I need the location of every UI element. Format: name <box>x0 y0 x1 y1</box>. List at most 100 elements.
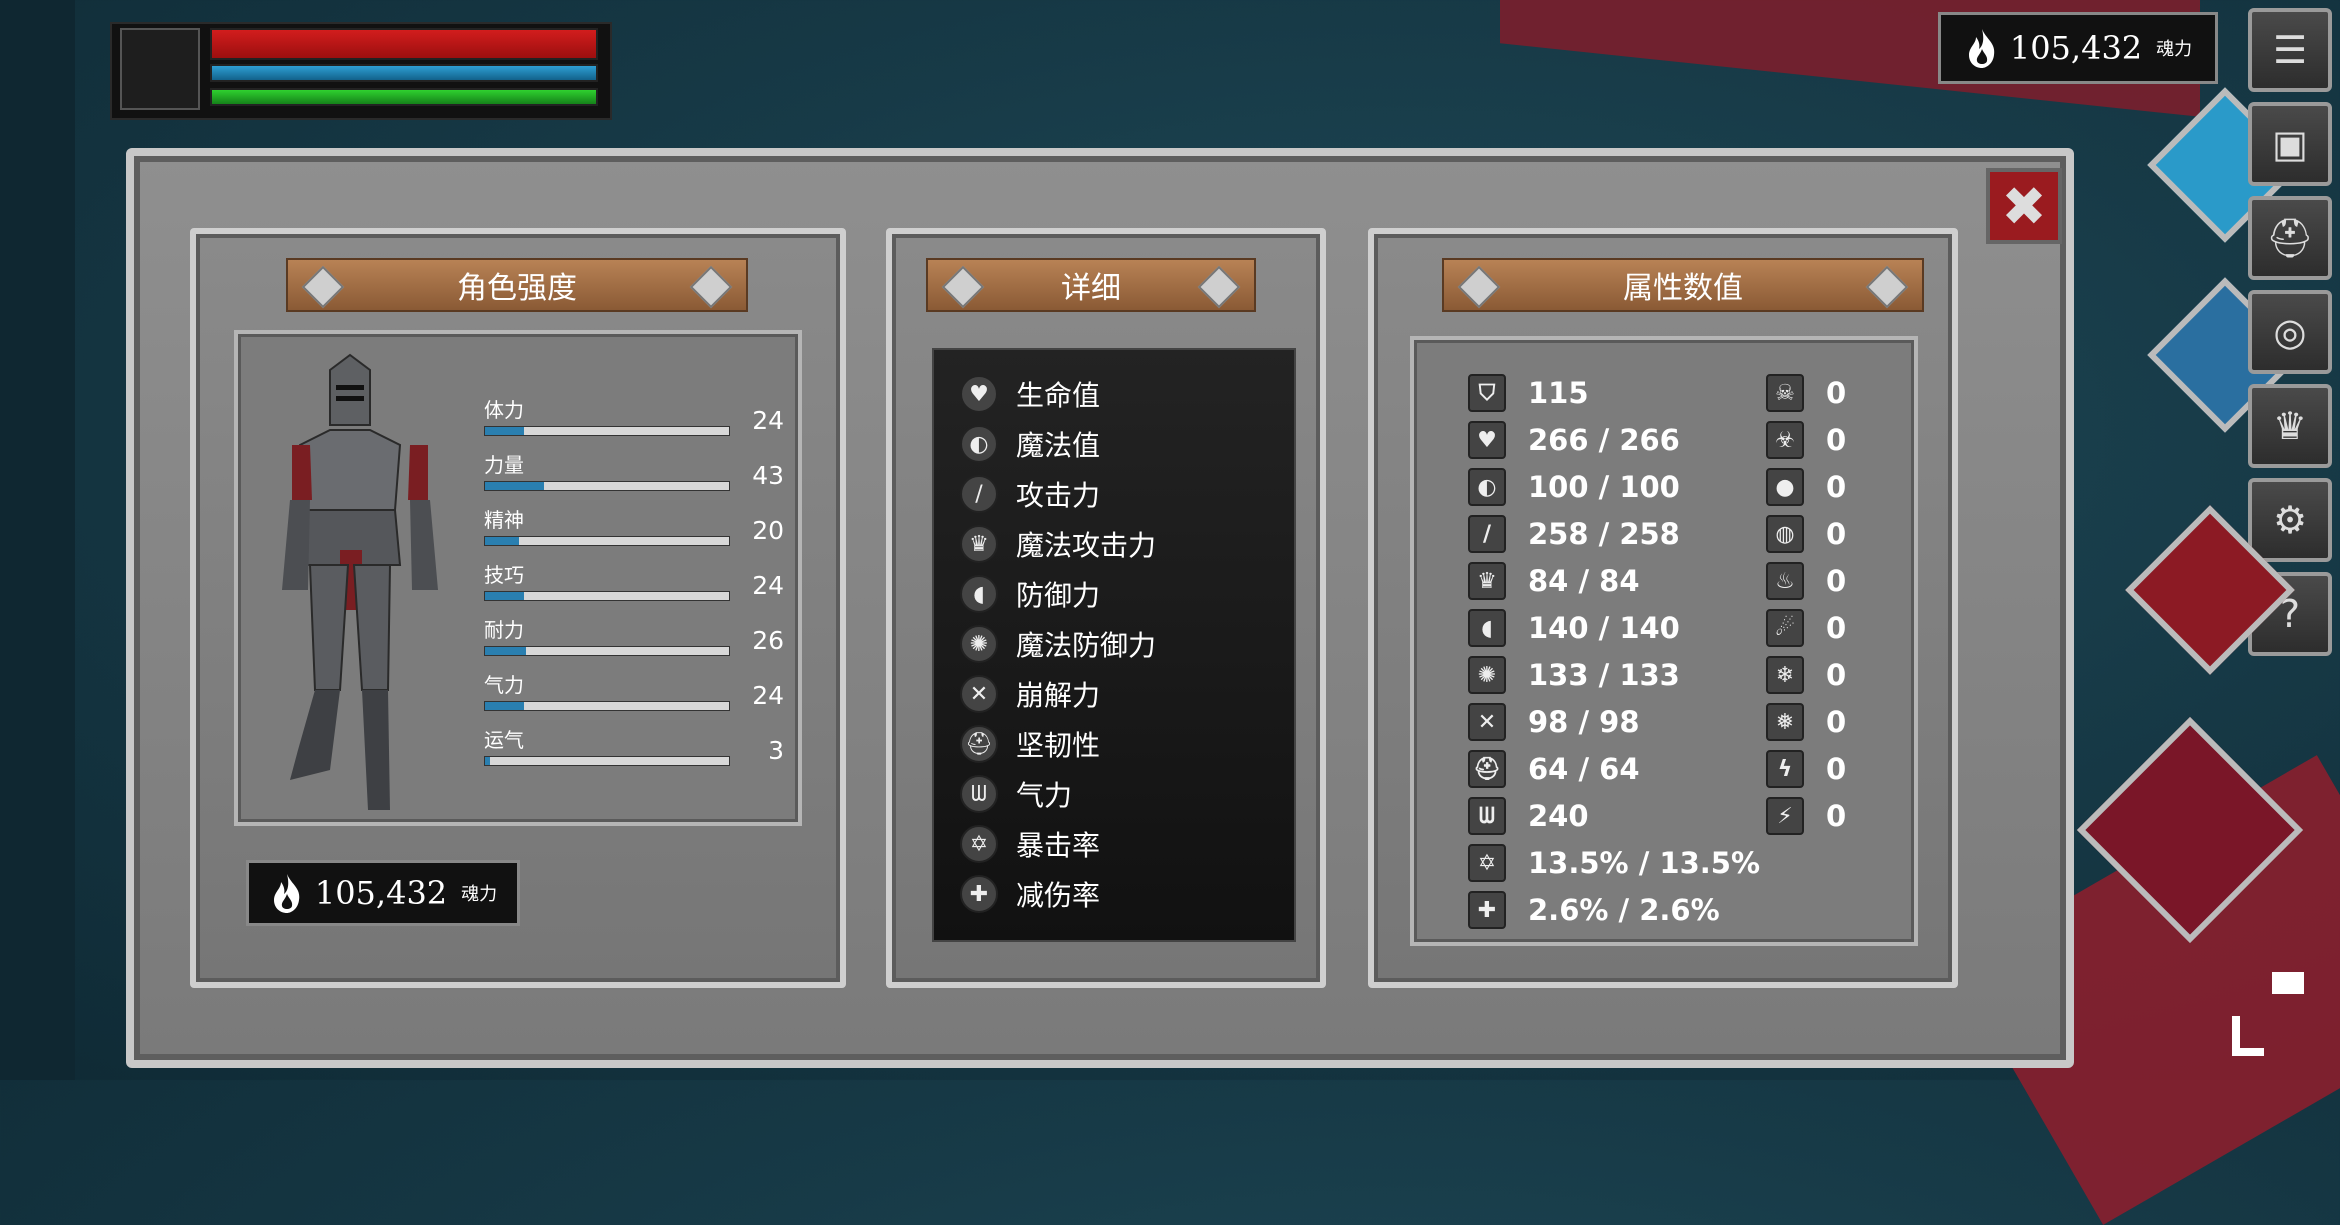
stamina-bar <box>210 88 598 106</box>
stat-row: 技巧 24 <box>484 559 784 601</box>
equipment-button[interactable]: ⛑ <box>2248 196 2332 280</box>
armor-helmet-icon: ⛉ <box>1468 374 1506 412</box>
attribute-row: ♛ 84 / 84 <box>1468 562 1640 600</box>
stat-row: 气力 24 <box>484 669 784 711</box>
detail-label: 攻击力 <box>1016 479 1101 512</box>
player-portrait[interactable] <box>120 28 200 110</box>
stat-value: 24 <box>752 406 784 435</box>
attribute-value: 100 / 100 <box>1528 470 1680 504</box>
attribute-row: ✕ 98 / 98 <box>1468 703 1640 741</box>
sword-icon: / <box>1468 515 1506 553</box>
resistance-row: ⚡ 0 <box>1766 797 1846 835</box>
soul-currency-panel: 105,432 魂力 <box>246 860 520 926</box>
stat-value: 24 <box>752 571 784 600</box>
attribute-value: 133 / 133 <box>1528 658 1680 692</box>
attribute-value: 13.5% / 13.5% <box>1528 846 1760 880</box>
attribute-row: ◖ 140 / 140 <box>1468 609 1680 647</box>
shield-action-button[interactable] <box>2125 505 2295 675</box>
attribute-row: / 258 / 258 <box>1468 515 1680 553</box>
attributes-panel-header: 属性数值 <box>1442 258 1924 312</box>
attribute-row: ♥ 266 / 266 <box>1468 421 1680 459</box>
knight-character-model <box>282 353 438 810</box>
detail-panel-title: 详细 <box>1061 271 1121 306</box>
stat-value: 3 <box>768 736 784 765</box>
resize-corner-icon[interactable] <box>2272 972 2304 994</box>
lightning-resist-icon: ⚡ <box>1766 797 1804 835</box>
attack-action-button[interactable] <box>2076 716 2304 960</box>
stat-bar-fill <box>485 482 544 490</box>
attribute-value: 266 / 266 <box>1528 423 1680 457</box>
break-icon: ✕ <box>960 675 998 713</box>
magic-shield-icon: ✺ <box>1468 656 1506 694</box>
detail-label: 魔法值 <box>1016 429 1101 462</box>
detail-label: 魔法防御力 <box>1016 629 1157 662</box>
lungs-icon: ᗯ <box>1468 797 1506 835</box>
stat-label: 力量 <box>484 453 524 477</box>
stat-bar-fill <box>485 647 527 655</box>
heart-icon: ♥ <box>960 375 998 413</box>
resistance-row: ● 0 <box>1766 468 1846 506</box>
head-icon: ◐ <box>1468 468 1506 506</box>
curse-icon: ☣ <box>1766 421 1804 459</box>
stat-label: 体力 <box>484 398 524 422</box>
helmet-icon: ⛑ <box>2265 215 2315 260</box>
stat-bar <box>484 701 730 711</box>
sword-attack-icon <box>2076 716 2304 944</box>
resistance-value: 0 <box>1826 564 1847 598</box>
detail-item: ✕ 崩解力 <box>960 674 1100 714</box>
attribute-row: ⛉ 115 <box>1468 374 1589 412</box>
stat-bar-fill <box>485 702 525 710</box>
strength-panel-title: 角色强度 <box>457 271 577 306</box>
attribute-value: 84 / 84 <box>1528 564 1640 598</box>
attribute-row: ᗯ 240 <box>1468 797 1589 835</box>
inventory-button[interactable]: ▣ <box>2248 102 2332 186</box>
close-button[interactable]: ✖ <box>1986 168 2062 244</box>
resistance-value: 0 <box>1826 517 1847 551</box>
resistance-value: 0 <box>1826 376 1847 410</box>
rank-button[interactable]: ♛ <box>2248 384 2332 468</box>
menu-button[interactable]: ☰ <box>2248 8 2332 92</box>
frost-icon: ❄ <box>1766 656 1804 694</box>
fire-icon: ♨ <box>1766 562 1804 600</box>
reduce-damage-icon: ✚ <box>1468 891 1506 929</box>
resistance-value: 0 <box>1826 799 1847 833</box>
sword-icon: / <box>960 475 998 513</box>
crown-magic-icon: ♛ <box>1468 562 1506 600</box>
attribute-value: 115 <box>1528 376 1589 410</box>
rivet-icon <box>1197 265 1241 309</box>
rivet-icon <box>1865 265 1909 309</box>
detail-label: 坚韧性 <box>1016 729 1101 762</box>
crown-magic-icon: ♛ <box>960 525 998 563</box>
rivet-icon <box>941 265 985 309</box>
stat-row: 精神 20 <box>484 504 784 546</box>
detail-label: 气力 <box>1016 779 1073 812</box>
rivet-icon <box>1457 265 1501 309</box>
resistance-value: 0 <box>1826 470 1847 504</box>
fire-resist-icon: ☄ <box>1766 609 1804 647</box>
stat-row: 运气 3 <box>484 724 784 766</box>
detail-item: ◐ 魔法值 <box>960 424 1100 464</box>
reduce-damage-icon: ✚ <box>960 875 998 913</box>
stat-bar <box>484 426 730 436</box>
detail-item: ✺ 魔法防御力 <box>960 624 1156 664</box>
resistance-value: 0 <box>1826 423 1847 457</box>
detail-item: ✡ 暴击率 <box>960 824 1100 864</box>
health-bar <box>210 28 598 60</box>
abilities-button[interactable]: ◎ <box>2248 290 2332 374</box>
resistance-value: 0 <box>1826 611 1847 645</box>
shield-icon: ◖ <box>960 575 998 613</box>
left-edge-shadow <box>0 0 75 1080</box>
detail-item: / 攻击力 <box>960 474 1100 514</box>
resize-corner-icon[interactable] <box>2232 1016 2264 1056</box>
resistance-row: ❅ 0 <box>1766 703 1846 741</box>
head-icon: ◐ <box>960 425 998 463</box>
close-icon: ✖ <box>2001 174 2047 238</box>
lungs-icon: ᗯ <box>960 775 998 813</box>
resistance-row: ☠ 0 <box>1766 374 1846 412</box>
attribute-value: 240 <box>1528 799 1589 833</box>
currency-value: 105,432 <box>2009 29 2143 67</box>
stat-row: 耐力 26 <box>484 614 784 656</box>
lightning-icon: ϟ <box>1766 750 1804 788</box>
resistance-value: 0 <box>1826 705 1847 739</box>
detail-item: ⛑ 坚韧性 <box>960 724 1100 764</box>
